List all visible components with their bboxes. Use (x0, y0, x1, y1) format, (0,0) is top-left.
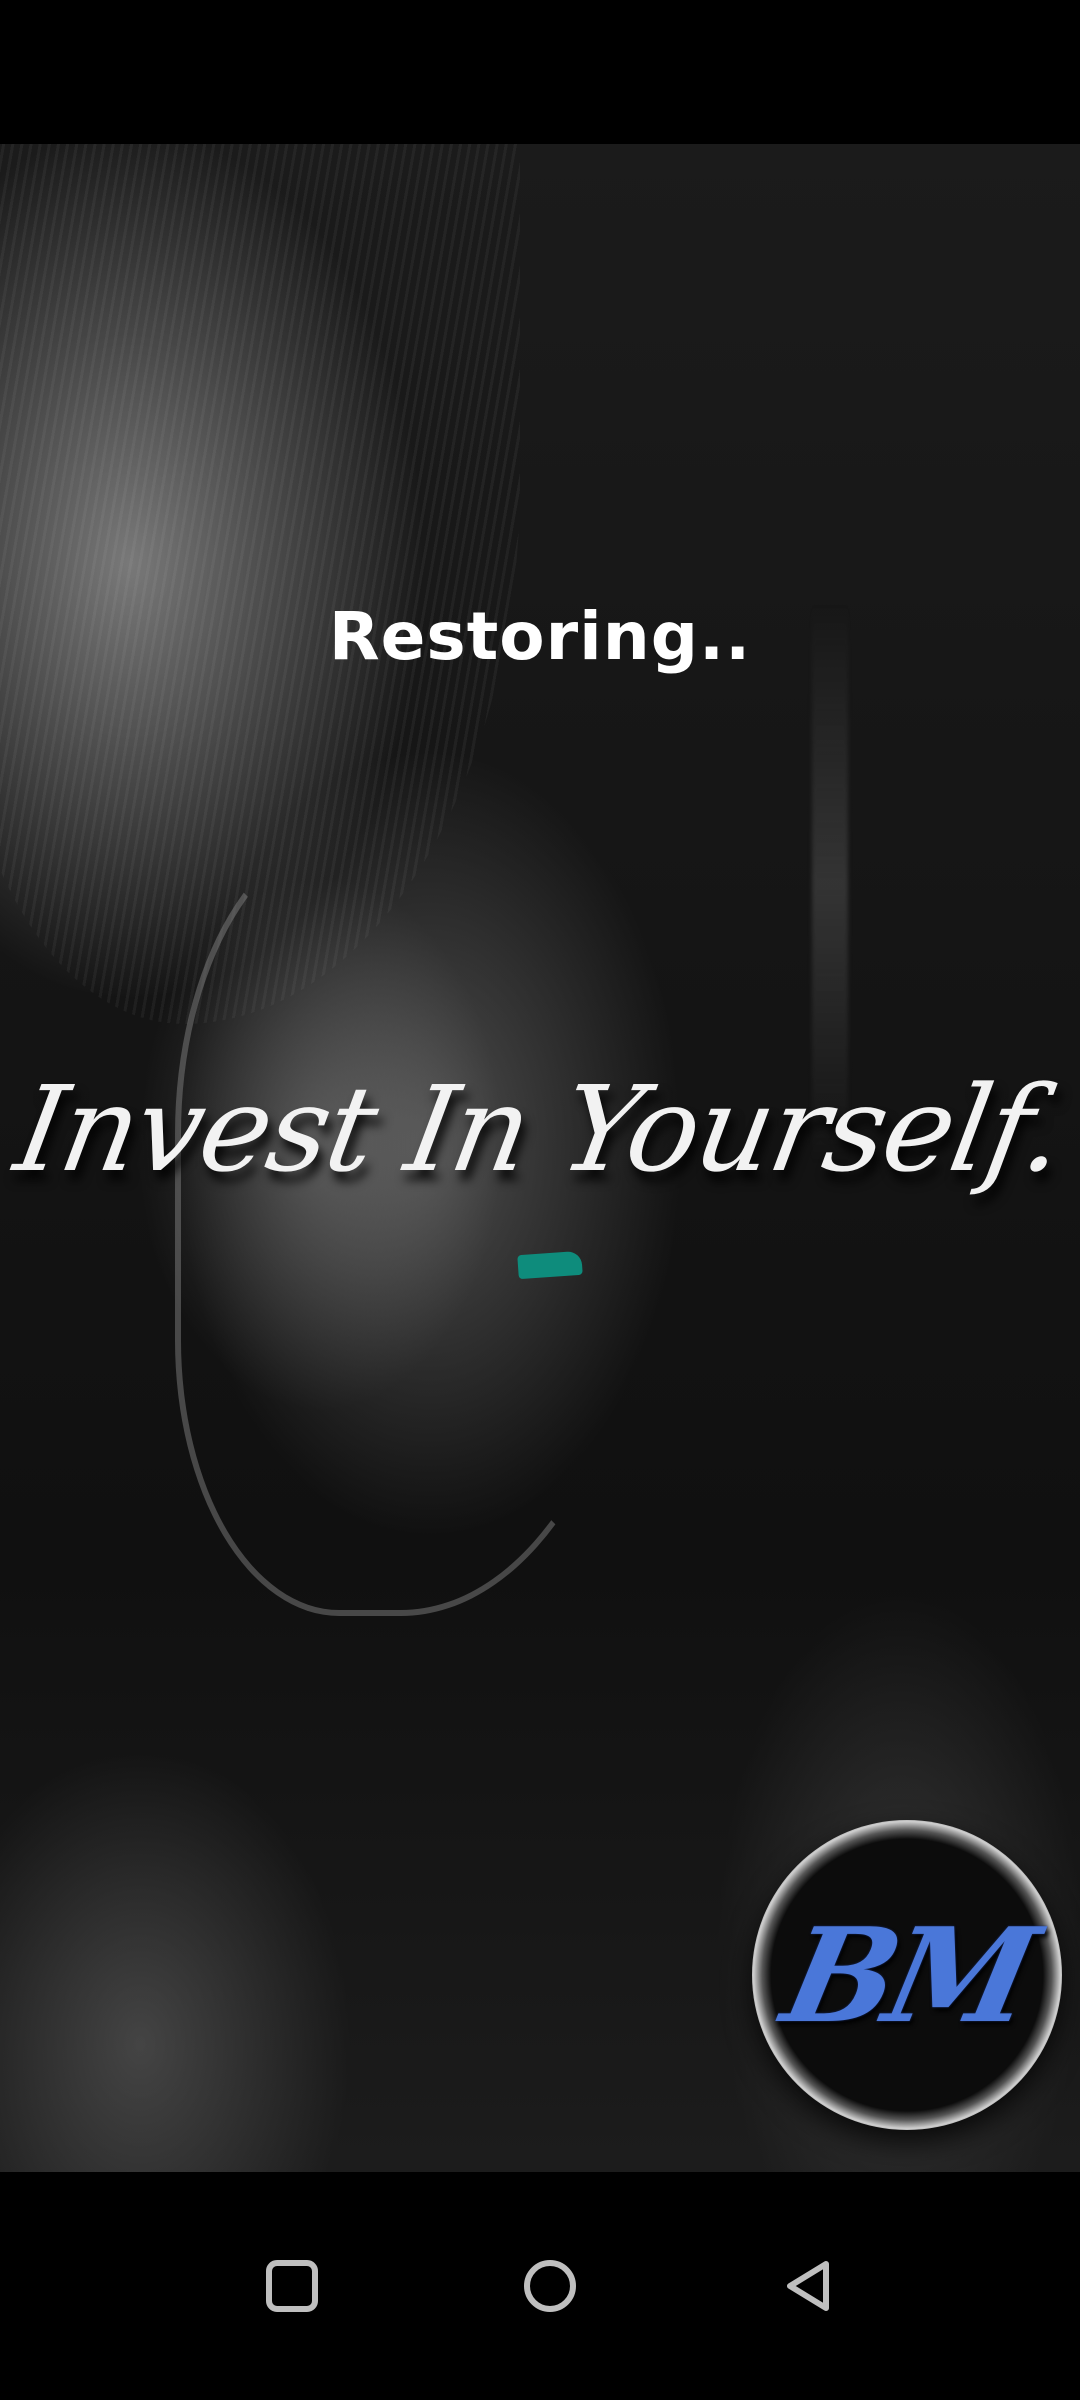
triangle-back-icon (787, 2261, 829, 2311)
status-bar (0, 0, 1080, 144)
square-icon (266, 2260, 318, 2312)
home-button[interactable] (500, 2236, 600, 2336)
splash-screen: Restoring.. Invest In Yourself. BM (0, 0, 1080, 2400)
status-text: Restoring.. (328, 598, 752, 675)
brand-logo: BM (752, 1820, 1062, 2130)
circle-icon (524, 2260, 576, 2312)
recents-button[interactable] (242, 2236, 342, 2336)
tagline-text: Invest In Yourself. (6, 1060, 1074, 1198)
loading-indicator (517, 1250, 583, 1280)
back-button[interactable] (758, 2236, 858, 2336)
system-navigation-bar (0, 2172, 1080, 2400)
